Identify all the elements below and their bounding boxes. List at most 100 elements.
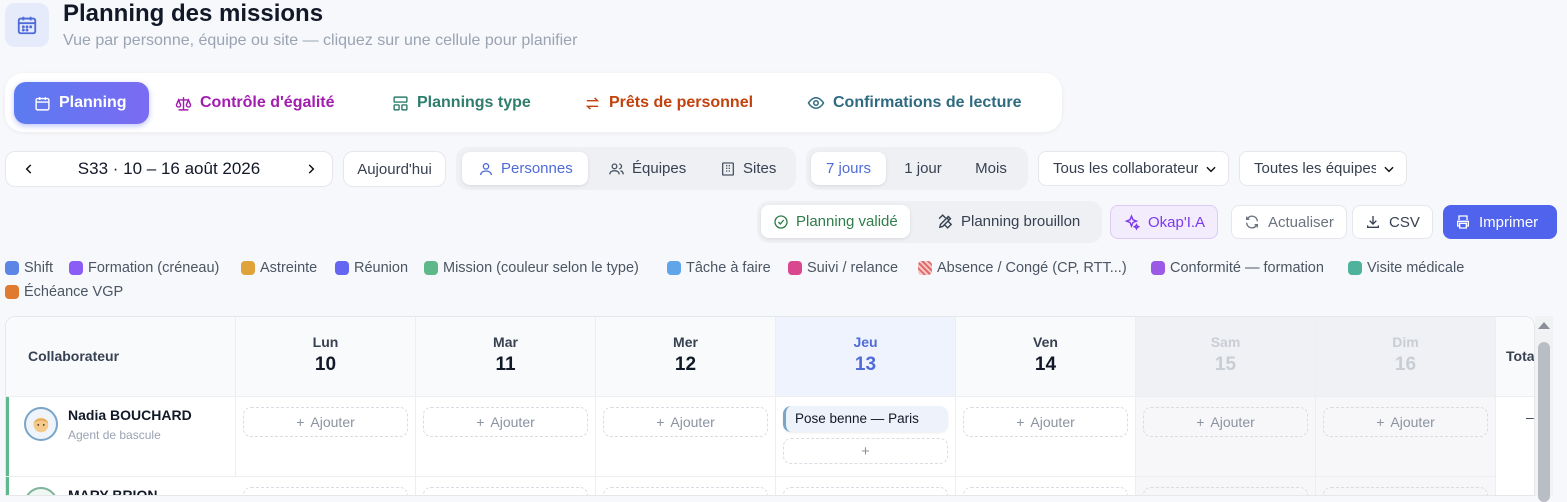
- pencil-ruler-icon: [938, 214, 953, 229]
- total-cell: –: [1496, 396, 1534, 476]
- legend-label: Conformité — formation: [1170, 260, 1324, 276]
- planning-validated-button[interactable]: Planning validé: [761, 205, 910, 238]
- add-event-button[interactable]: [423, 487, 588, 495]
- add-label: Ajouter: [1210, 414, 1255, 430]
- collaborator-cell[interactable]: Nadia BOUCHARD Agent de bascule: [6, 396, 236, 476]
- legend-swatch: [918, 261, 932, 275]
- planning-status-switch: Planning validé Planning brouillon: [757, 201, 1102, 243]
- planning-cell[interactable]: [416, 476, 596, 495]
- collaborator-cell[interactable]: MARY BRION: [6, 476, 236, 496]
- planning-cell[interactable]: [1316, 476, 1496, 495]
- tab-staff-loans[interactable]: Prêts de personnel: [572, 82, 765, 124]
- legend-item: Formation (créneau): [69, 260, 219, 276]
- add-event-button[interactable]: [963, 487, 1128, 495]
- add-event-button[interactable]: + Ajouter: [243, 407, 408, 437]
- day-header: Lun 10: [236, 317, 416, 396]
- planning-cell[interactable]: + Ajouter: [416, 396, 596, 476]
- add-event-button[interactable]: + Ajouter: [423, 407, 588, 437]
- view-persons-button[interactable]: Personnes: [462, 152, 588, 185]
- collaborator-role: Agent de bascule: [68, 428, 161, 442]
- add-event-button[interactable]: +: [783, 438, 948, 464]
- printer-icon: [1457, 215, 1469, 229]
- planning-cell[interactable]: Pose benne — Paris +: [776, 396, 956, 476]
- mission-event[interactable]: Pose benne — Paris: [783, 406, 948, 432]
- plus-icon: +: [1196, 414, 1205, 430]
- planning-cell[interactable]: + Ajouter: [956, 396, 1136, 476]
- plus-icon: +: [861, 442, 870, 460]
- today-button[interactable]: Aujourd'hui: [343, 151, 446, 187]
- planning-cell[interactable]: + Ajouter: [1316, 396, 1496, 476]
- plus-icon: +: [476, 414, 485, 430]
- page-title: Planning des missions: [63, 0, 324, 27]
- tab-template-plannings[interactable]: Plannings type: [380, 82, 543, 124]
- tab-equality-control[interactable]: Contrôle d'égalité: [163, 82, 346, 124]
- building-icon: [722, 161, 734, 176]
- tab-label: Planning: [59, 94, 127, 111]
- legend-label: Absence / Congé (CP, RTT...): [937, 260, 1127, 276]
- view-teams-button[interactable]: Équipes: [598, 152, 696, 185]
- scroll-up-arrow-icon[interactable]: [1537, 320, 1551, 330]
- total-header-cell: Total: [1496, 317, 1535, 396]
- day-header: Sam 15: [1136, 317, 1316, 396]
- legend-swatch: [1151, 261, 1165, 275]
- tab-read-confirmations[interactable]: Confirmations de lecture: [795, 82, 1033, 124]
- tab-label: Plannings type: [417, 94, 531, 111]
- legend-label: Suivi / relance: [807, 260, 899, 276]
- total-header: Total: [1506, 348, 1535, 364]
- week-label: S33 · 10 – 16 août 2026: [77, 159, 261, 178]
- add-event-button[interactable]: [783, 487, 948, 495]
- plus-icon: +: [1016, 414, 1025, 430]
- swap-icon: [585, 96, 600, 110]
- collaborator-filter-select[interactable]: Tous les collaborateurs: [1038, 151, 1229, 186]
- add-event-button[interactable]: [603, 487, 768, 495]
- legend-swatch: [424, 261, 438, 275]
- add-event-button[interactable]: [243, 487, 408, 495]
- planning-cell[interactable]: [956, 476, 1136, 495]
- planning-cell[interactable]: [236, 476, 416, 495]
- csv-label: CSV: [1389, 213, 1420, 231]
- check-circle-icon: [774, 214, 788, 229]
- planning-cell[interactable]: + Ajouter: [596, 396, 776, 476]
- legend-item: Astreinte: [241, 260, 317, 276]
- scrollbar-thumb[interactable]: [1538, 342, 1550, 502]
- range-month-button[interactable]: Mois: [962, 152, 1020, 185]
- range-7-days-button[interactable]: 7 jours: [811, 152, 886, 185]
- planning-cell[interactable]: [596, 476, 776, 495]
- collaborator-name: MARY BRION: [68, 487, 158, 496]
- day-header: Ven 14: [956, 317, 1136, 396]
- csv-export-button[interactable]: CSV: [1352, 205, 1433, 239]
- print-button[interactable]: Imprimer: [1443, 205, 1557, 239]
- add-label: Ajouter: [670, 414, 715, 430]
- add-label: Ajouter: [490, 414, 535, 430]
- legend-swatch: [5, 261, 19, 275]
- day-number: 16: [1394, 354, 1417, 375]
- range-1-day-button[interactable]: 1 jour: [894, 152, 952, 185]
- vertical-scrollbar[interactable]: [1535, 316, 1553, 502]
- planning-draft-button[interactable]: Planning brouillon: [927, 205, 1090, 238]
- add-event-button[interactable]: + Ajouter: [1143, 407, 1308, 437]
- add-event-button[interactable]: + Ajouter: [603, 407, 768, 437]
- planning-cell[interactable]: [1136, 476, 1316, 495]
- legend-item: Shift: [5, 260, 53, 276]
- add-event-button[interactable]: [1323, 487, 1488, 495]
- planning-cell[interactable]: [776, 476, 956, 495]
- planning-cell[interactable]: + Ajouter: [236, 396, 416, 476]
- team-filter-select[interactable]: Toutes les équipes: [1239, 151, 1407, 186]
- view-sites-button[interactable]: Sites: [710, 152, 786, 185]
- tab-planning[interactable]: Planning: [14, 82, 149, 124]
- add-event-button[interactable]: [1143, 487, 1308, 495]
- day-name: Lun: [312, 334, 339, 350]
- planning-cell[interactable]: + Ajouter: [1136, 396, 1316, 476]
- view-switch: Personnes Équipes Sites: [456, 147, 796, 190]
- legend-label: Formation (créneau): [88, 260, 220, 276]
- refresh-button[interactable]: Actualiser: [1231, 205, 1347, 239]
- ai-assistant-button[interactable]: Okap'I.A: [1110, 205, 1219, 239]
- refresh-icon: [1246, 215, 1258, 229]
- add-event-button[interactable]: + Ajouter: [963, 407, 1128, 437]
- chevron-right-icon[interactable]: [304, 161, 318, 182]
- planning-validated-label: Planning validé: [796, 213, 898, 230]
- add-label: Ajouter: [310, 414, 355, 430]
- user-icon: [480, 162, 492, 175]
- legend-item: Mission (couleur selon le type): [424, 260, 639, 276]
- add-event-button[interactable]: + Ajouter: [1323, 407, 1488, 437]
